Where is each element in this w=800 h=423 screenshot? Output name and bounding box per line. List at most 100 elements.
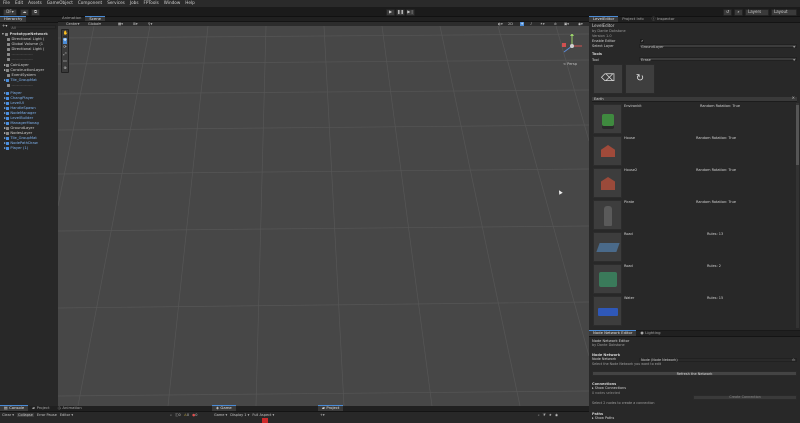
tab-scene[interactable]: Scene <box>85 16 105 21</box>
list-item-label: CoinLayer <box>10 63 29 67</box>
eye-icon[interactable]: ◉ <box>555 413 558 417</box>
menu-jobs[interactable]: Jobs <box>130 0 139 6</box>
earth-group-header[interactable]: Earth × <box>592 95 797 102</box>
tab-project-bottom[interactable]: ▰ Project <box>318 405 344 411</box>
select-layer-dropdown[interactable]: GroundLayer ▾ <box>639 44 797 49</box>
aspect-dropdown[interactable]: Full Aspect ▾ <box>252 413 274 417</box>
tool-dropdown[interactable]: Erase ▾ <box>639 57 797 62</box>
scene-header: Animation Scene Center▾ Global▾ ▦▾ ⊞▾ ⚲▾… <box>58 15 589 27</box>
tile-item[interactable] <box>593 232 622 262</box>
enable-editor-checkbox[interactable]: ✓ <box>640 39 644 43</box>
node-network-hint: Select the Node Network you want to edit <box>592 362 662 366</box>
menu-services[interactable]: Services <box>107 0 125 6</box>
layers-dropdown[interactable]: Layers <box>745 8 769 16</box>
tab-project[interactable]: ▰ Project <box>28 405 53 411</box>
collab-icon[interactable]: ⧉ <box>31 8 40 16</box>
clear-button[interactable]: Clear ▾ <box>2 413 14 417</box>
cloud-icon[interactable]: ☁ <box>20 8 29 16</box>
menu-help[interactable]: Help <box>185 0 195 6</box>
tab-animation[interactable]: Animation <box>58 15 85 21</box>
scene-view[interactable]: ✋ ✥ ⟳ ⤢ ▭ ⊕ < Persp <box>58 26 589 406</box>
game-dropdown[interactable]: Game ▾ <box>214 413 227 417</box>
tab-node-network-editor[interactable]: Node Network Editor <box>589 330 637 336</box>
create-connection-label: Create Connection <box>729 394 761 399</box>
tab-animation-bottom[interactable]: ◷ Animation <box>54 405 86 411</box>
account-button[interactable]: DF ▾ <box>3 8 17 16</box>
search-icon[interactable]: ⌕ <box>538 413 540 417</box>
tools-heading: Tools <box>592 52 603 56</box>
erase-tool-button[interactable]: ⌫ <box>593 64 623 94</box>
list-item[interactable]: ▸ Player (1) <box>4 146 61 151</box>
tab-game[interactable]: ◈ Game <box>212 405 236 411</box>
tile-item[interactable] <box>593 200 622 230</box>
plus-icon[interactable]: +▾ <box>2 24 7 29</box>
list-item[interactable]: ---------------- <box>7 57 64 62</box>
tab-inspector[interactable]: ⓘ Inspector <box>648 16 679 22</box>
console-search-input[interactable]: ⌕ <box>170 413 172 417</box>
persp-label[interactable]: < Persp <box>563 62 577 66</box>
hierarchy-search-input[interactable]: All <box>9 24 56 30</box>
target-icon[interactable]: ⊙ <box>792 358 795 363</box>
hierarchy-search-placeholder: All <box>11 25 16 30</box>
refresh-network-button[interactable]: Refresh the Network <box>592 371 797 376</box>
collapse-label: Collapse <box>18 412 33 417</box>
search-icon[interactable]: ⌕ <box>734 8 743 16</box>
menu-gameobject[interactable]: GameObject <box>47 0 73 6</box>
orientation-gizmo[interactable] <box>558 34 586 64</box>
tile-preview <box>601 145 615 157</box>
close-icon[interactable]: × <box>792 95 795 101</box>
menu-assets[interactable]: Assets <box>28 0 42 6</box>
account-label: DF <box>6 8 12 14</box>
display-dropdown[interactable]: Display 1 ▾ <box>230 413 249 417</box>
error-pause-button[interactable]: Error Pause <box>37 413 57 417</box>
gameobject-icon <box>5 63 9 67</box>
tab-project-info[interactable]: Project Info <box>618 16 647 22</box>
game-dropdown-label: Game <box>214 412 225 417</box>
tile-item[interactable] <box>593 136 622 166</box>
menu-window[interactable]: Window <box>164 0 181 6</box>
menu-component[interactable]: Component <box>78 0 102 6</box>
editor-dropdown[interactable]: Editor ▾ <box>60 413 73 417</box>
info-count[interactable]: ⓘ0 <box>175 413 181 417</box>
menu-edit[interactable]: Edit <box>15 0 23 6</box>
pause-icon[interactable]: ❚❚ <box>396 8 405 16</box>
warning-count[interactable]: ⚠0 <box>184 413 189 417</box>
tab-hierarchy[interactable]: Hierarchy <box>0 16 27 22</box>
create-connection-button[interactable]: Create Connection <box>693 395 797 400</box>
earth-group-label: Earth <box>594 97 604 101</box>
tab-inspector-label: Inspector <box>656 15 675 21</box>
star-icon[interactable]: ★ <box>549 413 552 417</box>
tile-item[interactable] <box>593 296 622 326</box>
tab-game-label: Game <box>220 405 232 411</box>
transform-icon[interactable]: ⊕ <box>63 65 67 72</box>
error-count[interactable]: ●0 <box>192 413 197 417</box>
scrollbar-thumb[interactable] <box>796 105 799 165</box>
tile-item[interactable] <box>593 264 622 294</box>
layout-dropdown[interactable]: Layout <box>771 8 797 16</box>
list-item-label: Directional Light ( <box>11 37 45 41</box>
menu-fptools[interactable]: FPTools <box>144 0 159 6</box>
console-panel: ▤ Console ▰ Project ◷ Animation Clear ▾ Col… <box>0 405 212 423</box>
list-item[interactable]: ---------------- <box>7 83 64 88</box>
filter-icon[interactable]: ⧩ <box>543 413 546 417</box>
tiles-scrollbar[interactable] <box>796 103 799 328</box>
add-icon[interactable]: +▾ <box>320 413 325 417</box>
prefab-icon <box>5 96 9 100</box>
node-tabstrip: Node Network Editor ● Lighting <box>589 330 800 337</box>
node-network-field[interactable]: Node (Node Network) ⊙ <box>639 358 797 362</box>
tab-level-editor[interactable]: LevelEditor <box>589 16 619 22</box>
prefab-icon <box>5 136 9 140</box>
history-icon[interactable]: ↺ <box>723 8 732 16</box>
show-paths-toggle[interactable]: ▸ Show Paths <box>592 416 614 421</box>
play-icon[interactable]: ▶ <box>386 8 395 16</box>
menu-file[interactable]: File <box>3 0 10 6</box>
tab-scene-label: Scene <box>89 15 101 21</box>
tab-lighting[interactable]: ● Lighting <box>636 330 664 336</box>
rotate-tool-button[interactable]: ↻ <box>625 64 655 94</box>
tile-item[interactable] <box>593 104 622 134</box>
menu-bar: File Edit Assets GameObject Component Se… <box>0 0 800 7</box>
step-icon[interactable]: ▶❘ <box>406 8 415 16</box>
collapse-button[interactable]: Collapse <box>17 412 34 417</box>
tab-console[interactable]: ▤ Console <box>0 405 29 411</box>
tile-item[interactable] <box>593 168 622 198</box>
